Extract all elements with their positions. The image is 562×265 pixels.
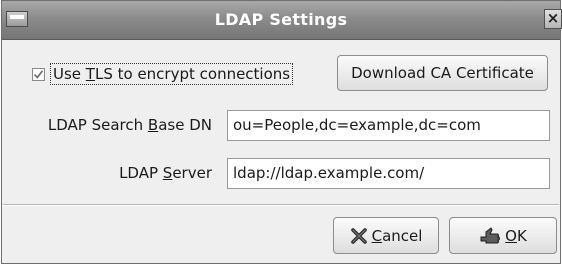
ok-mnemonic: O (505, 226, 517, 245)
tls-checkbox[interactable] (32, 67, 45, 81)
tls-label-post: LS to encrypt connections (94, 65, 291, 83)
server-input[interactable]: ldap://ldap.example.com/ (227, 158, 550, 189)
server-label-post: erver (172, 164, 212, 182)
cancel-mnemonic: C (371, 226, 383, 245)
ok-hand-icon (480, 226, 501, 243)
cancel-x-icon (350, 227, 367, 244)
cancel-label-rest: ancel (382, 226, 423, 245)
ok-label-rest: K (516, 226, 527, 245)
tls-option[interactable]: Use TLS to encrypt connections (32, 63, 294, 85)
close-icon[interactable]: × (544, 9, 562, 29)
base-dn-label-mnemonic: B (147, 116, 159, 134)
ldap-settings-dialog: LDAP Settings × Use TLS to encrypt conne… (1, 0, 562, 264)
download-ca-certificate-label: Download CA Certificate (351, 64, 534, 82)
checkmark-icon (33, 69, 44, 79)
tls-label-pre: Use (53, 65, 86, 83)
base-dn-label-pre: LDAP Search (47, 116, 148, 134)
titlebar[interactable]: LDAP Settings × (2, 1, 562, 40)
base-dn-label-post: ase DN (158, 116, 212, 134)
base-dn-input[interactable]: ou=People,dc=example,dc=com (227, 110, 550, 141)
server-label-mnemonic: S (162, 164, 173, 182)
tls-label[interactable]: Use TLS to encrypt connections (50, 63, 294, 85)
server-label: LDAP Server (22, 164, 212, 182)
server-label-pre: LDAP (119, 164, 163, 182)
cancel-button[interactable]: Cancel (333, 217, 439, 254)
window-title: LDAP Settings (214, 10, 348, 29)
base-dn-label: LDAP Search Base DN (22, 116, 212, 134)
tls-label-mnemonic: T (85, 65, 95, 83)
ok-button[interactable]: OK (449, 217, 557, 254)
download-ca-certificate-button[interactable]: Download CA Certificate (337, 55, 548, 91)
separator (3, 204, 559, 206)
